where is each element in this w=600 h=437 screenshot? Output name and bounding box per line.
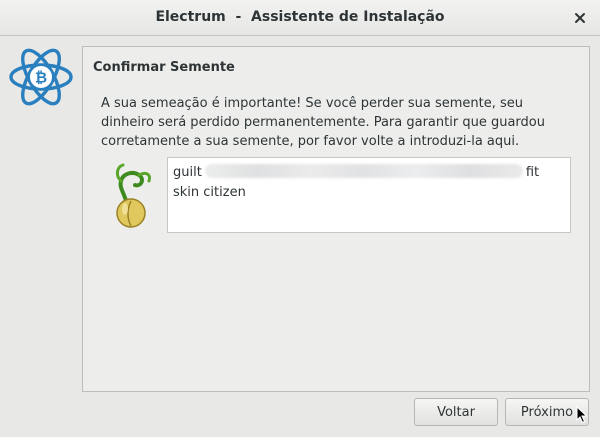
blurred-seed-words [204,164,523,178]
instruction-message: A sua semeação é importante! Se você per… [101,96,545,149]
seed-sprout-icon [115,163,151,228]
close-icon [575,13,585,23]
window-title: Electrum - Assistente de Instalação [155,9,445,25]
svg-text:₿: ₿ [35,69,47,87]
close-button[interactable] [568,6,592,30]
seed-input[interactable]: guilt fit skin citizen [167,157,571,233]
seed-words-line2: skin citizen [173,185,246,200]
seed-word-first: guilt [173,165,202,180]
section-title: Confirmar Semente [93,60,235,75]
mouse-cursor-icon [576,406,588,424]
content-panel: Confirmar Semente A sua semeação é impor… [82,46,590,392]
seed-word-last-line1: fit [525,165,540,180]
back-button[interactable]: Voltar [414,398,498,426]
title-bar: Electrum - Assistente de Instalação [0,0,600,36]
electrum-logo-icon: ₿ [9,48,73,106]
